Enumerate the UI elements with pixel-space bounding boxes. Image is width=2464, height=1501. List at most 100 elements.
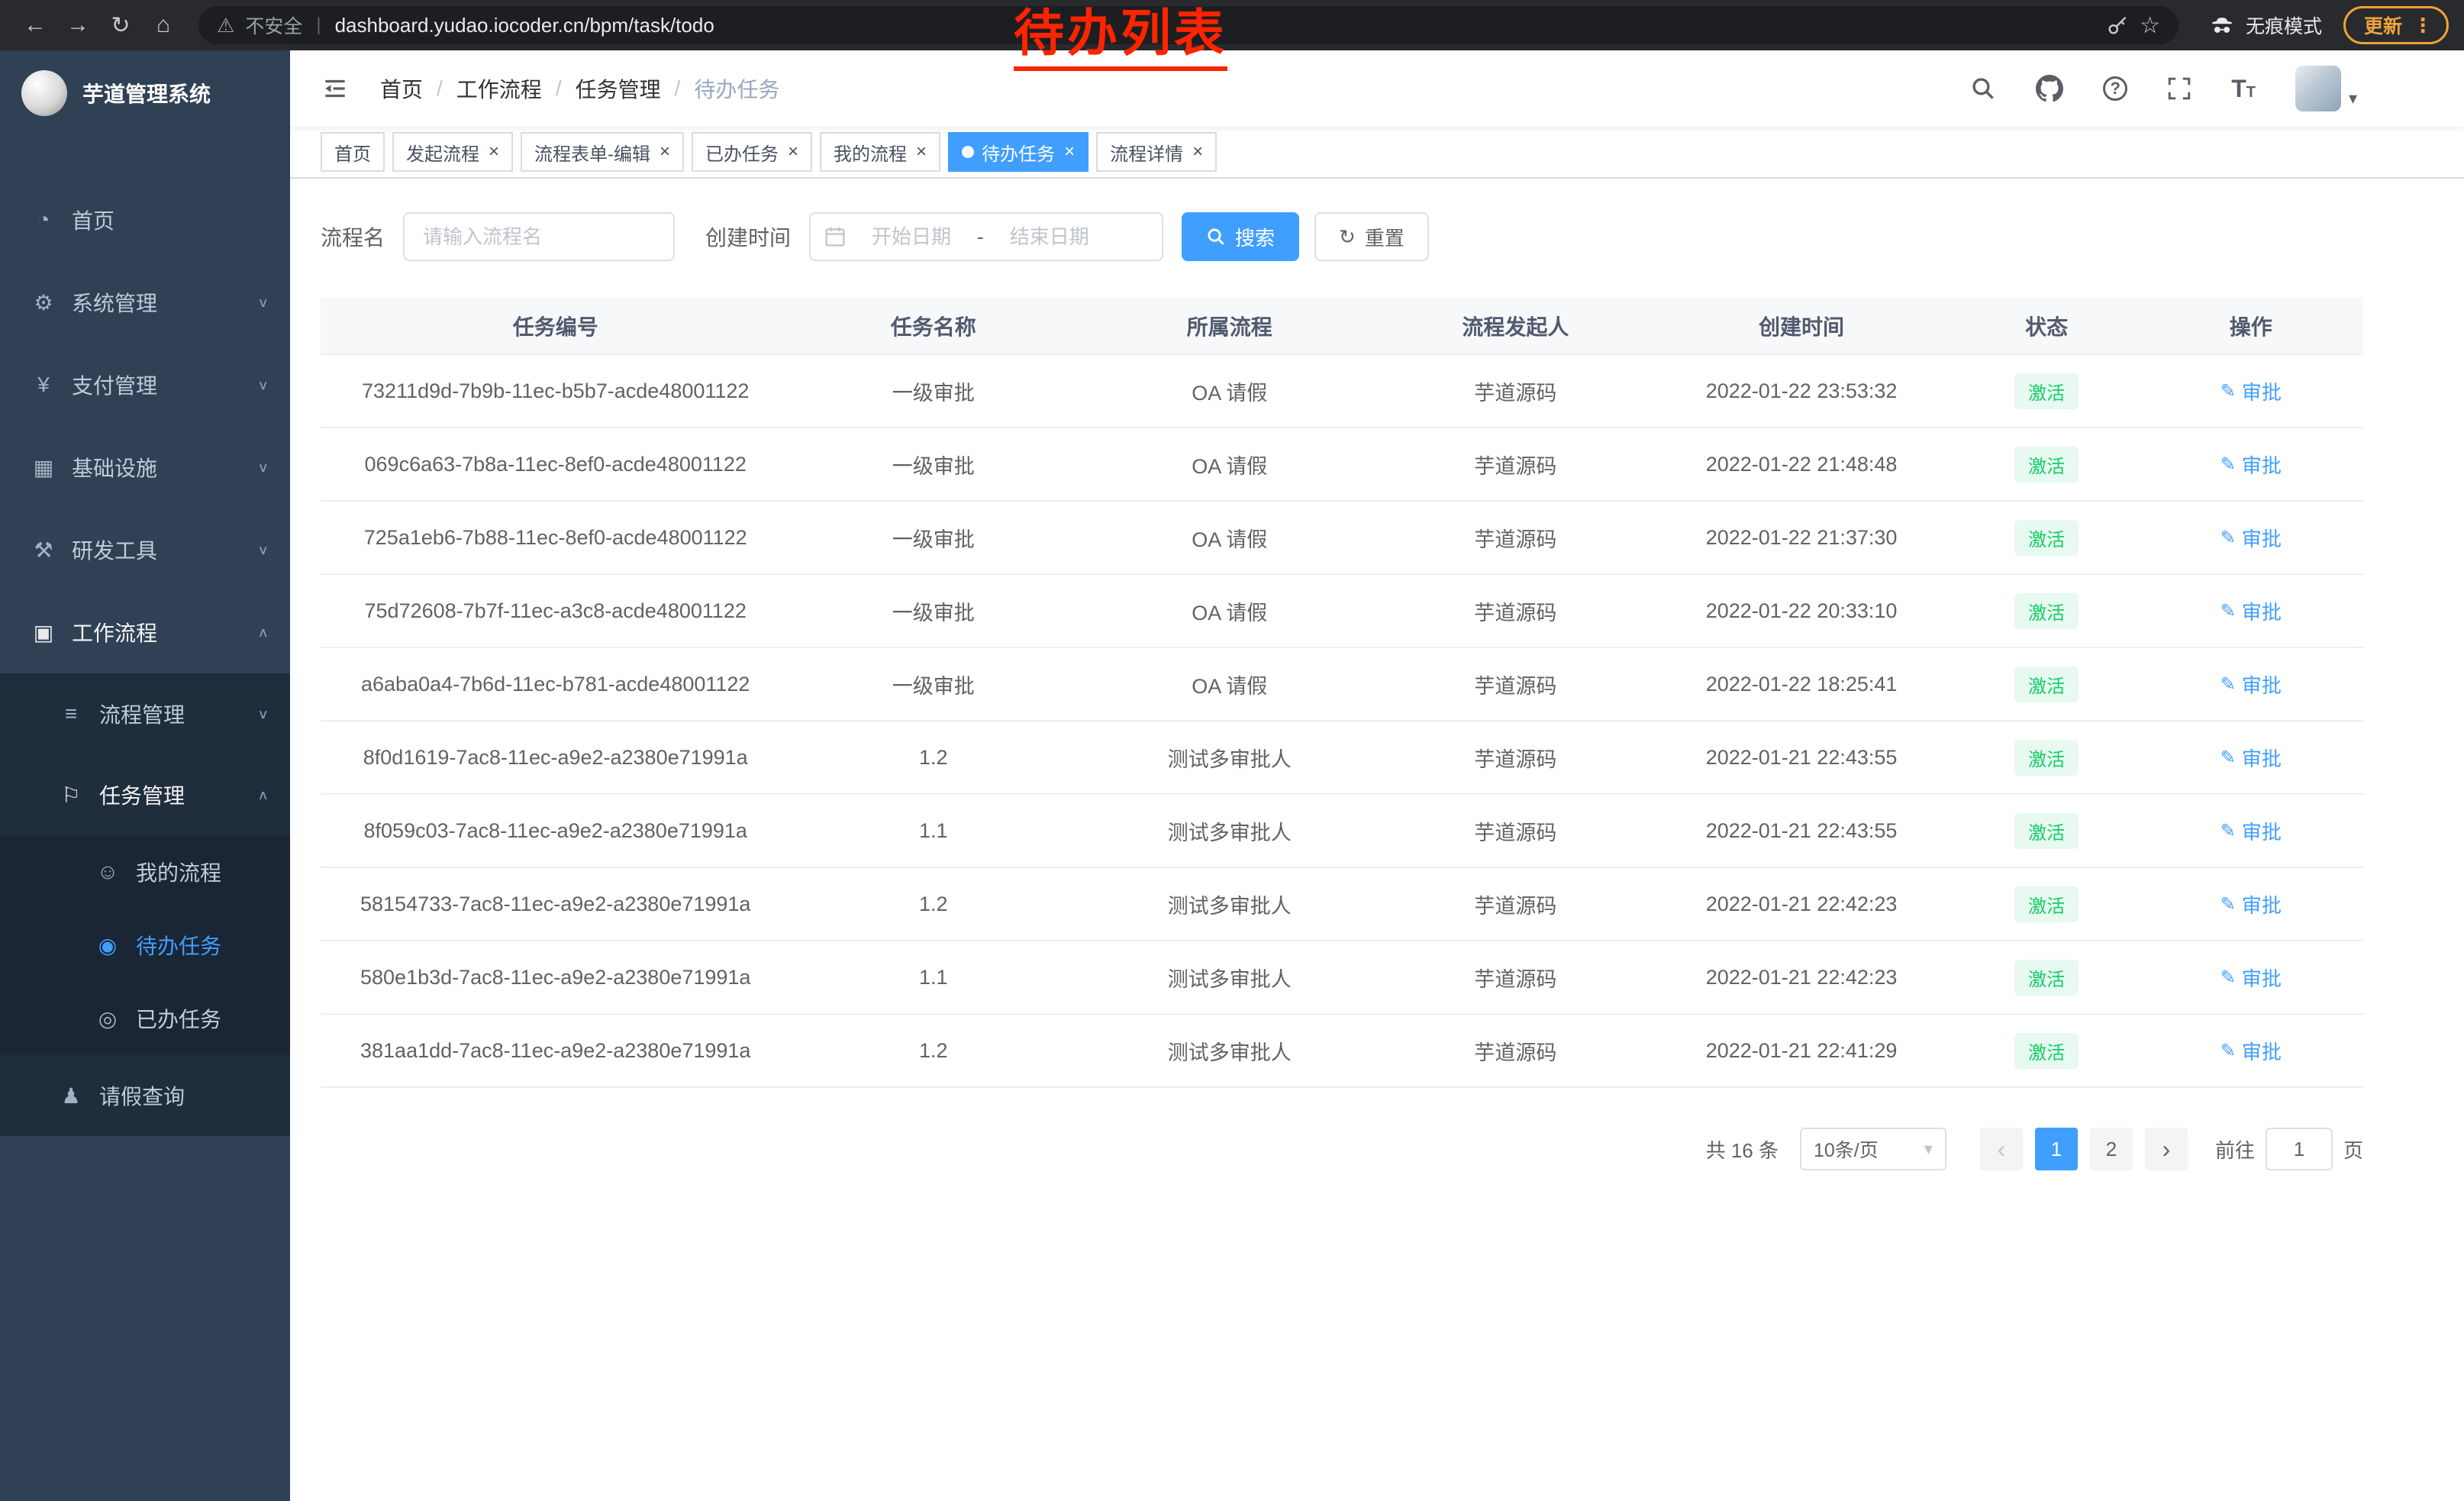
- github-icon[interactable]: [2036, 75, 2063, 102]
- close-icon[interactable]: ×: [914, 143, 927, 161]
- dashboard-icon: ◔: [31, 208, 56, 232]
- search-icon: [1206, 227, 1226, 247]
- tools-icon: ⚒: [31, 537, 56, 563]
- close-icon[interactable]: ×: [786, 143, 798, 161]
- approve-link[interactable]: ✎审批: [2221, 1037, 2282, 1065]
- page-button-2[interactable]: 2: [2090, 1128, 2133, 1170]
- date-separator: -: [977, 225, 984, 249]
- column-header-task-id: 任务编号: [321, 298, 790, 354]
- refresh-icon: ↻: [1339, 225, 1356, 249]
- sidebar-item-system-management[interactable]: ⚙ 系统管理 ∨: [0, 261, 290, 344]
- column-header-process: 所属流程: [1076, 298, 1382, 354]
- end-date-input[interactable]: [990, 225, 1109, 249]
- sidebar-item-dev-tools[interactable]: ⚒ 研发工具 ∨: [0, 508, 290, 591]
- browser-reload-button[interactable]: ↻: [101, 5, 140, 45]
- font-size-icon[interactable]: TT: [2231, 75, 2256, 103]
- password-key-icon[interactable]: [2106, 14, 2129, 37]
- annotation-text: 待办列表: [1014, 2, 1227, 71]
- sidebar-item-my-processes[interactable]: ☺ 我的流程: [0, 835, 290, 909]
- browser-home-button[interactable]: ⌂: [144, 5, 183, 45]
- reset-button[interactable]: ↻ 重置: [1314, 212, 1429, 261]
- next-page-button[interactable]: ›: [2145, 1128, 2188, 1170]
- sidebar-item-leave-query[interactable]: ♟ 请假查询: [0, 1055, 290, 1136]
- start-date-input[interactable]: [852, 225, 971, 249]
- browser-menu-icon[interactable]: ⋮: [2413, 14, 2433, 37]
- approve-link[interactable]: ✎审批: [2221, 450, 2282, 479]
- browser-forward-button[interactable]: →: [58, 5, 98, 45]
- status-badge: 激活: [2014, 960, 2079, 996]
- tab-process-form-edit[interactable]: 流程表单-编辑 ×: [521, 132, 684, 172]
- bookmark-star-icon[interactable]: ☆: [2140, 12, 2160, 39]
- sidebar-item-task-management[interactable]: ⚐ 任务管理 ∧: [0, 754, 290, 835]
- app-logo[interactable]: 芋道管理系统: [0, 50, 290, 136]
- approve-link[interactable]: ✎审批: [2221, 670, 2282, 699]
- close-icon[interactable]: ×: [1191, 143, 1203, 161]
- tab-process-detail[interactable]: 流程详情 ×: [1096, 132, 1217, 172]
- created-time-cell: 2022-01-21 22:43:55: [1648, 721, 1954, 794]
- pencil-icon: ✎: [2221, 1040, 2236, 1062]
- status-badge: 激活: [2014, 373, 2079, 409]
- page-button-1[interactable]: 1: [2035, 1128, 2078, 1170]
- help-icon[interactable]: ?: [2103, 76, 2127, 101]
- action-cell: ✎审批: [2139, 428, 2363, 501]
- initiator-cell: 芋道源码: [1382, 794, 1648, 867]
- status-cell: 激活: [1955, 354, 2139, 428]
- date-range-picker[interactable]: -: [809, 212, 1163, 261]
- update-button[interactable]: 更新 ⋮: [2343, 6, 2449, 44]
- omnibox-divider: |: [313, 15, 324, 36]
- close-icon[interactable]: ×: [1063, 143, 1075, 161]
- approve-link[interactable]: ✎审批: [2221, 890, 2282, 918]
- sidebar-item-process-management[interactable]: ≡ 流程管理 ∨: [0, 673, 290, 754]
- search-button[interactable]: 搜索: [1182, 212, 1299, 261]
- pencil-icon: ✎: [2221, 893, 2236, 915]
- approve-link[interactable]: ✎审批: [2221, 744, 2282, 772]
- task-id-cell: 8f0d1619-7ac8-11ec-a9e2-a2380e71991a: [321, 721, 790, 794]
- prev-page-button[interactable]: ‹: [1980, 1128, 2023, 1170]
- chevron-down-icon: ∨: [257, 541, 269, 557]
- tab-done-tasks[interactable]: 已办任务 ×: [692, 132, 812, 172]
- page-size-select[interactable]: 10条/页 ▾: [1800, 1128, 1946, 1170]
- fullscreen-icon[interactable]: [2167, 76, 2191, 101]
- chevron-up-icon: ∧: [257, 624, 269, 640]
- breadcrumb-item-task-management[interactable]: 任务管理: [576, 73, 661, 104]
- pencil-icon: ✎: [2221, 673, 2236, 696]
- browser-back-button[interactable]: ←: [15, 5, 55, 45]
- not-secure-warning-icon: ⚠: [217, 14, 234, 37]
- search-icon[interactable]: [1970, 76, 1996, 102]
- process-name-input[interactable]: [403, 212, 675, 261]
- tab-start-process[interactable]: 发起流程 ×: [392, 132, 513, 172]
- sidebar-item-infrastructure[interactable]: ▦ 基础设施 ∨: [0, 426, 290, 508]
- process-name-label: 流程名: [321, 221, 385, 252]
- breadcrumb-item-home[interactable]: 首页: [380, 73, 423, 104]
- sidebar-item-home[interactable]: ◔ 首页: [0, 179, 290, 261]
- approve-link[interactable]: ✎审批: [2221, 524, 2282, 552]
- breadcrumb-item-workflow[interactable]: 工作流程: [456, 73, 542, 104]
- process-cell: 测试多审批人: [1076, 721, 1382, 794]
- sidebar-toggle-button[interactable]: [314, 68, 356, 109]
- task-name-cell: 一级审批: [790, 428, 1076, 501]
- hamburger-icon: [321, 74, 350, 103]
- user-avatar[interactable]: ▾: [2295, 66, 2357, 111]
- navbar-actions: ? TT ▾: [1970, 66, 2357, 111]
- created-time-cell: 2022-01-22 21:37:30: [1648, 501, 1954, 574]
- status-badge: 激活: [2014, 1033, 2079, 1069]
- pencil-icon: ✎: [2221, 967, 2236, 989]
- tab-home[interactable]: 首页: [321, 132, 385, 172]
- tab-todo-tasks[interactable]: 待办任务 ×: [948, 132, 1088, 172]
- close-icon[interactable]: ×: [487, 143, 499, 161]
- pencil-icon: ✎: [2221, 820, 2236, 842]
- approve-link[interactable]: ✎审批: [2221, 377, 2282, 405]
- sidebar-item-workflow[interactable]: ▣ 工作流程 ∧: [0, 591, 290, 673]
- sidebar-item-done-tasks[interactable]: ◎ 已办任务: [0, 982, 290, 1055]
- approve-link[interactable]: ✎审批: [2221, 964, 2282, 992]
- top-navbar: 首页 / 工作流程 / 任务管理 / 待办任务 ?: [290, 50, 2464, 127]
- gear-icon: ⚙: [31, 290, 56, 315]
- sidebar-item-payment-management[interactable]: ¥ 支付管理 ∨: [0, 344, 290, 426]
- close-icon[interactable]: ×: [658, 143, 670, 161]
- sidebar-item-todo-tasks[interactable]: ◉ 待办任务: [0, 909, 290, 982]
- approve-link[interactable]: ✎审批: [2221, 597, 2282, 625]
- tab-my-processes[interactable]: 我的流程 ×: [820, 132, 940, 172]
- goto-page-input[interactable]: [2266, 1128, 2333, 1170]
- approve-link[interactable]: ✎审批: [2221, 817, 2282, 845]
- column-header-initiator: 流程发起人: [1382, 298, 1648, 354]
